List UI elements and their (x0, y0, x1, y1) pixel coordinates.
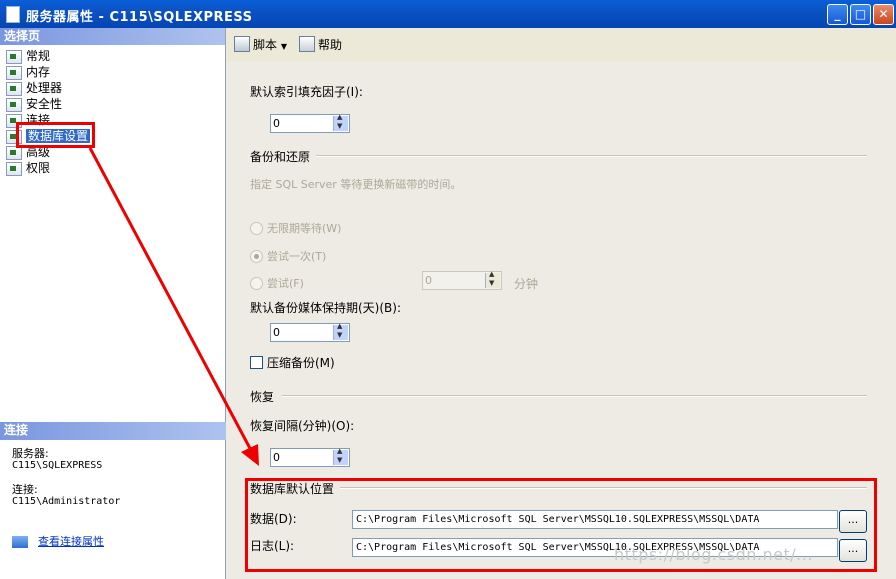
annotation-arrow (88, 147, 259, 466)
watermark: https://blog.csdn.net/... (614, 545, 813, 564)
